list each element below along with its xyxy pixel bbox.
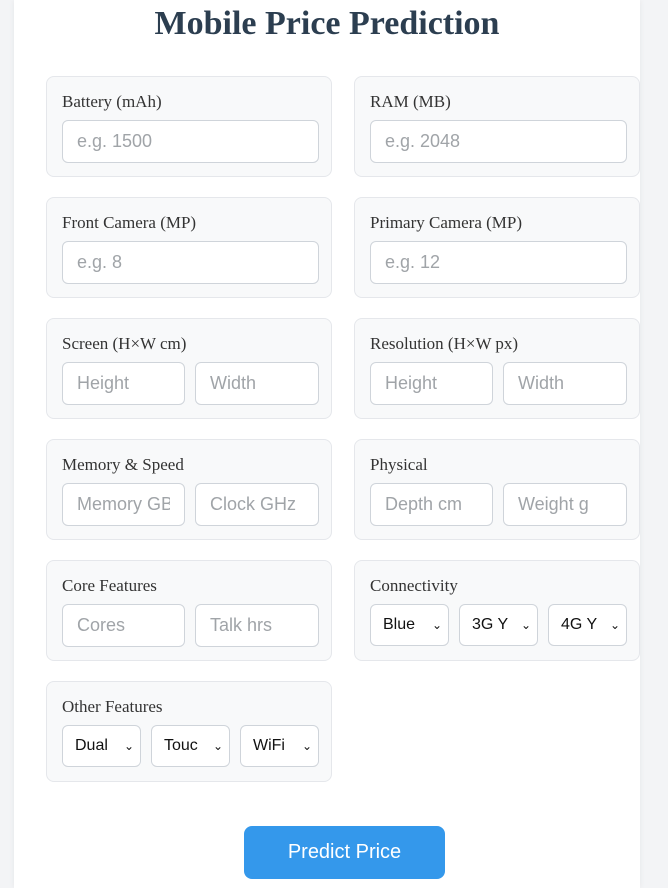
physical-group: Physical <box>354 439 640 540</box>
touch-screen-select[interactable]: Touc ⌄ <box>151 725 230 767</box>
front-camera-group: Front Camera (MP) <box>46 197 332 298</box>
bluetooth-select-value: Blue <box>383 616 416 633</box>
memory-speed-label: Memory & Speed <box>62 455 184 474</box>
physical-label: Physical <box>370 455 428 474</box>
chevron-down-icon: ⌄ <box>431 618 442 632</box>
depth-input[interactable] <box>370 483 493 526</box>
resolution-group: Resolution (H×W px) <box>354 318 640 419</box>
ram-group: RAM (MB) <box>354 76 640 177</box>
core-features-label: Core Features <box>62 576 157 595</box>
screen-width-input[interactable] <box>195 362 319 405</box>
cores-input[interactable] <box>62 604 185 647</box>
chevron-down-icon: ⌄ <box>520 618 531 632</box>
chevron-down-icon: ⌄ <box>301 739 312 753</box>
connectivity-group: Connectivity Blue ⌄ 3G Y ⌄ 4G Y ⌄ <box>354 560 640 661</box>
4g-select[interactable]: 4G Y ⌄ <box>548 604 627 646</box>
other-features-label: Other Features <box>62 697 163 716</box>
predict-price-button[interactable]: Predict Price <box>244 826 445 879</box>
other-features-group: Other Features Dual ⌄ Touc ⌄ WiFi ⌄ <box>46 681 332 782</box>
screen-label: Screen (H×W cm) <box>62 334 187 353</box>
ram-input[interactable] <box>370 120 627 163</box>
battery-group: Battery (mAh) <box>46 76 332 177</box>
touch-screen-select-value: Touc <box>164 737 198 754</box>
3g-select-value: 3G Y <box>472 616 509 633</box>
battery-input[interactable] <box>62 120 319 163</box>
chevron-down-icon: ⌄ <box>123 739 134 753</box>
primary-camera-input[interactable] <box>370 241 627 284</box>
dual-sim-select-value: Dual <box>75 737 108 754</box>
dual-sim-select[interactable]: Dual ⌄ <box>62 725 141 767</box>
chevron-down-icon: ⌄ <box>609 618 620 632</box>
front-camera-input[interactable] <box>62 241 319 284</box>
battery-label: Battery (mAh) <box>62 92 162 111</box>
core-features-group: Core Features <box>46 560 332 661</box>
primary-camera-group: Primary Camera (MP) <box>354 197 640 298</box>
screen-height-input[interactable] <box>62 362 185 405</box>
weight-input[interactable] <box>503 483 627 526</box>
memory-input[interactable] <box>62 483 185 526</box>
clock-speed-input[interactable] <box>195 483 319 526</box>
talk-time-input[interactable] <box>195 604 319 647</box>
screen-group: Screen (H×W cm) <box>46 318 332 419</box>
wifi-select-value: WiFi <box>253 737 285 754</box>
connectivity-label: Connectivity <box>370 576 458 595</box>
wifi-select[interactable]: WiFi ⌄ <box>240 725 319 767</box>
page-title: Mobile Price Prediction <box>154 5 500 42</box>
resolution-height-input[interactable] <box>370 362 493 405</box>
resolution-width-input[interactable] <box>503 362 627 405</box>
primary-camera-label: Primary Camera (MP) <box>370 213 523 232</box>
memory-speed-group: Memory & Speed <box>46 439 332 540</box>
3g-select[interactable]: 3G Y ⌄ <box>459 604 538 646</box>
bluetooth-select[interactable]: Blue ⌄ <box>370 604 449 646</box>
ram-label: RAM (MB) <box>370 92 451 111</box>
resolution-label: Resolution (H×W px) <box>370 334 519 353</box>
4g-select-value: 4G Y <box>561 616 598 633</box>
front-camera-label: Front Camera (MP) <box>62 213 197 232</box>
chevron-down-icon: ⌄ <box>212 739 223 753</box>
